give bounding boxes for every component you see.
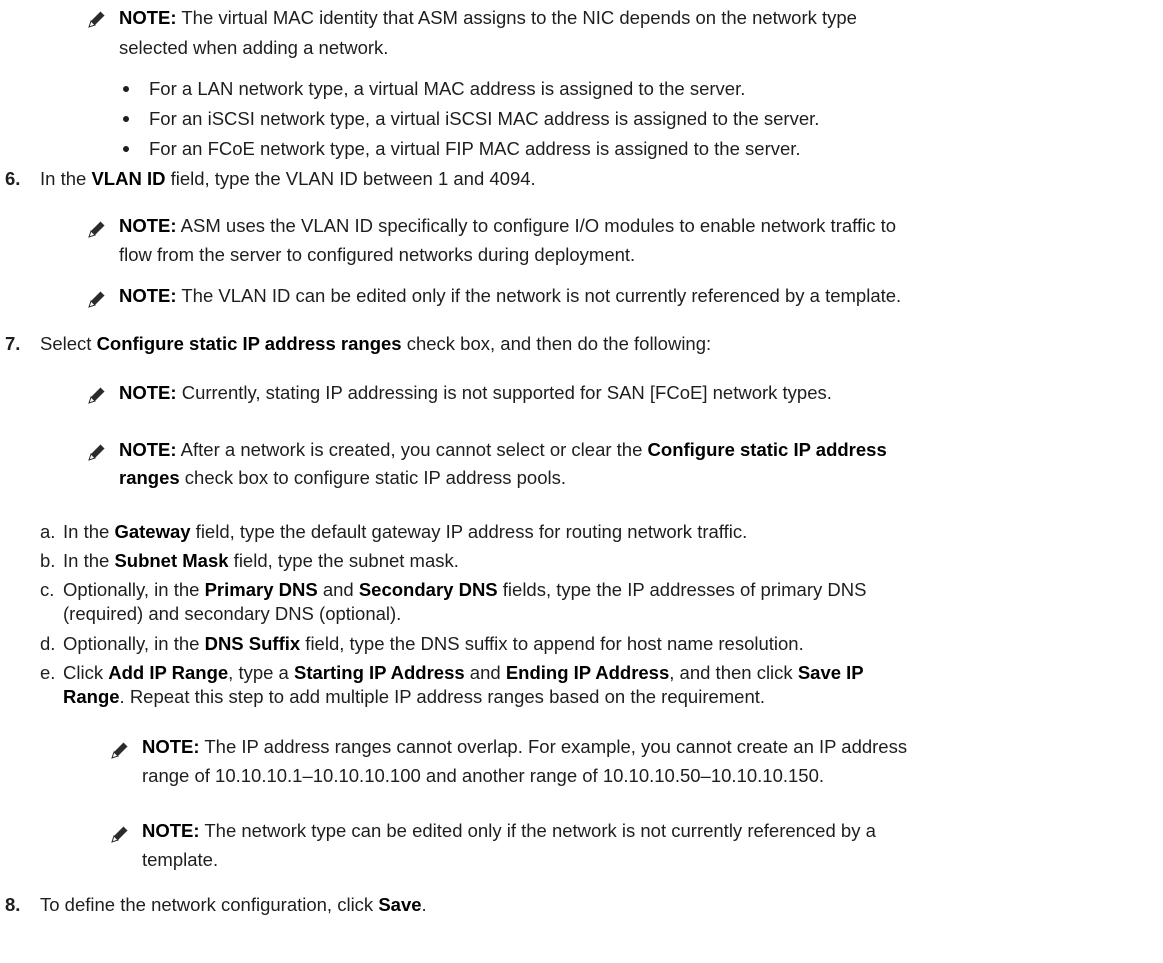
substep-text: Range. Repeat this step to add multiple … (63, 686, 766, 707)
note-text: template. (142, 849, 219, 870)
note-pencil-icon (109, 739, 131, 761)
note-text: NOTE: The virtual MAC identity that ASM … (119, 7, 857, 28)
substep-label: d. (40, 633, 56, 654)
substep-text: In the Subnet Mask field, type the subne… (63, 550, 459, 571)
substep-label: a. (40, 521, 56, 542)
note-text: NOTE: After a network is created, you ca… (119, 439, 887, 460)
step-text: Select Configure static IP address range… (40, 333, 712, 354)
bullet-marker (123, 116, 129, 122)
note-pencil-icon (86, 8, 108, 30)
step-number: 6. (5, 168, 21, 189)
list-item: For a LAN network type, a virtual MAC ad… (149, 78, 746, 99)
substep-text: Click Add IP Range, type a Starting IP A… (63, 662, 864, 683)
note-pencil-icon (109, 823, 131, 845)
list-item: For an iSCSI network type, a virtual iSC… (149, 108, 820, 129)
note-text: selected when adding a network. (119, 37, 389, 58)
note-text: ranges check box to configure static IP … (119, 467, 566, 488)
step-number: 8. (5, 894, 21, 915)
bullet-marker (123, 86, 129, 92)
note-text: NOTE: ASM uses the VLAN ID specifically … (119, 215, 897, 236)
note-pencil-icon (86, 218, 108, 240)
step-text: To define the network configuration, cli… (40, 894, 427, 915)
note-pencil-icon (86, 384, 108, 406)
note-text: NOTE: Currently, stating IP addressing i… (119, 382, 832, 403)
substep-label: c. (40, 579, 55, 600)
note-pencil-icon (86, 288, 108, 310)
substep-text: (required) and secondary DNS (optional). (63, 603, 402, 624)
note-text: range of 10.10.10.1–10.10.10.100 and ano… (142, 765, 825, 786)
substep-label: e. (40, 662, 56, 683)
substep-label: b. (40, 550, 56, 571)
note-text: NOTE: The IP address ranges cannot overl… (142, 736, 908, 757)
step-text: In the VLAN ID field, type the VLAN ID b… (40, 168, 536, 189)
substep-text: Optionally, in the DNS Suffix field, typ… (63, 633, 804, 654)
substep-text: Optionally, in the Primary DNS and Secon… (63, 579, 867, 600)
list-item: For an FCoE network type, a virtual FIP … (149, 138, 801, 159)
substep-text: In the Gateway field, type the default g… (63, 521, 748, 542)
note-pencil-icon (86, 441, 108, 463)
note-text: flow from the server to configured netwo… (119, 244, 636, 265)
step-number: 7. (5, 333, 21, 354)
note-text: NOTE: The network type can be edited onl… (142, 820, 876, 841)
bullet-marker (123, 146, 129, 152)
note-text: NOTE: The VLAN ID can be edited only if … (119, 285, 902, 306)
